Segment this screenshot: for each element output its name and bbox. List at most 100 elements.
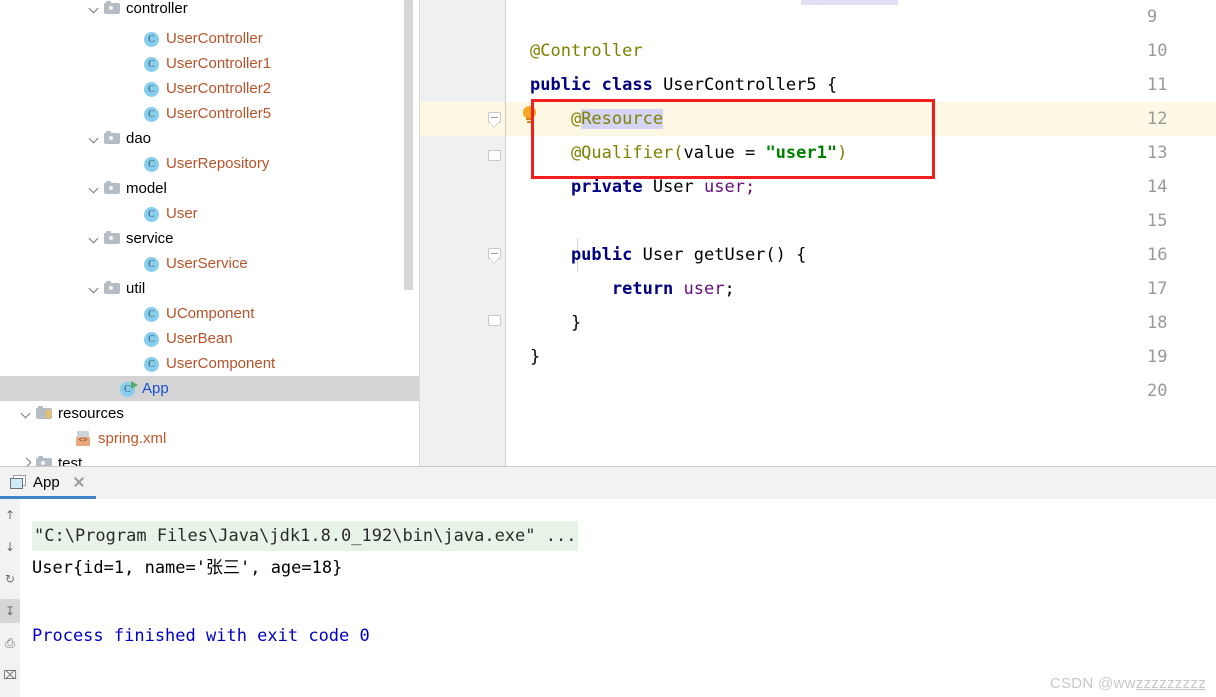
code-token: } bbox=[530, 347, 541, 367]
icon-glyph: ⌧ bbox=[3, 668, 17, 682]
print-icon[interactable]: ⎙ bbox=[0, 631, 20, 655]
tree-item-label: dao bbox=[126, 130, 152, 147]
icon-glyph: ↻ bbox=[4, 572, 16, 586]
tree-item-service[interactable]: service bbox=[0, 226, 420, 251]
close-icon[interactable] bbox=[72, 475, 86, 489]
code-line[interactable]: @Controller bbox=[420, 34, 1216, 68]
icon-glyph: ↑ bbox=[4, 508, 16, 522]
tree-item-label: UserController2 bbox=[166, 80, 272, 97]
tree-item-label: UComponent bbox=[166, 305, 255, 322]
tree-item-app[interactable]: C App bbox=[0, 376, 420, 401]
no-chevron bbox=[128, 357, 141, 370]
tree-item-usercontroller1[interactable]: C UserController1 bbox=[0, 51, 420, 76]
tree-item-dao[interactable]: dao bbox=[0, 126, 420, 151]
code-editor[interactable]: 9 10 11 12 13 14 15 16 17 18 19 20 @Controller publi… bbox=[420, 0, 1216, 467]
tree-item-label: service bbox=[126, 230, 174, 247]
no-chevron bbox=[128, 257, 141, 270]
code-line[interactable] bbox=[420, 204, 1216, 238]
clear-all-icon[interactable]: ⌧ bbox=[0, 663, 20, 687]
tree-item-util[interactable]: util bbox=[0, 276, 420, 301]
folder-icon bbox=[104, 281, 121, 296]
selection-remnant bbox=[801, 0, 898, 5]
class-icon: C bbox=[144, 106, 160, 122]
code-line[interactable]: @Qualifier(value = "user1") bbox=[420, 136, 1216, 170]
tree-item-usercontroller[interactable]: C UserController bbox=[0, 26, 420, 51]
chevron-down-icon[interactable] bbox=[88, 132, 101, 145]
no-chevron bbox=[128, 32, 141, 45]
tree-item-test[interactable]: test bbox=[0, 451, 420, 467]
rerun-icon[interactable]: ↻ bbox=[0, 567, 20, 591]
console-tab-label: App bbox=[33, 474, 60, 491]
class-letter: C bbox=[148, 208, 155, 220]
console-icon bbox=[10, 475, 27, 490]
tree-item-spring-xml[interactable]: spring.xml bbox=[0, 426, 420, 451]
code-token: Resource bbox=[581, 109, 664, 129]
chevron-down-icon[interactable] bbox=[88, 282, 101, 295]
scroll-up-icon[interactable]: ↑ bbox=[0, 503, 20, 527]
folder-icon bbox=[104, 181, 121, 196]
console-output[interactable]: "C:\Program Files\Java\jdk1.8.0_192\bin\… bbox=[20, 499, 1216, 697]
tree-item-resources[interactable]: resources bbox=[0, 401, 420, 426]
tree-item-label: model bbox=[126, 180, 167, 197]
code-line[interactable]: return user; bbox=[420, 272, 1216, 306]
code-token: value bbox=[683, 143, 735, 163]
class-letter: C bbox=[148, 358, 155, 370]
chevron-down-icon[interactable] bbox=[88, 232, 101, 245]
code-line[interactable]: } bbox=[420, 306, 1216, 340]
tree-item-userrepository[interactable]: C UserRepository bbox=[0, 151, 420, 176]
chevron-down-icon[interactable] bbox=[88, 2, 101, 15]
no-chevron bbox=[128, 332, 141, 345]
icon-glyph: ↓ bbox=[4, 540, 16, 554]
tree-item-label: UserController1 bbox=[166, 55, 272, 72]
code-line[interactable]: public User getUser() { bbox=[420, 238, 1216, 272]
code-token: @Controller bbox=[530, 41, 643, 61]
code-line[interactable] bbox=[420, 374, 1216, 408]
chevron-down-icon[interactable] bbox=[88, 182, 101, 195]
project-tree-scrollbar[interactable] bbox=[404, 0, 413, 290]
class-letter: C bbox=[148, 58, 155, 70]
scroll-down-icon[interactable]: ↓ bbox=[0, 535, 20, 559]
code-token: private bbox=[530, 177, 653, 197]
code-line[interactable]: private User user; bbox=[420, 170, 1216, 204]
scroll-to-end-icon[interactable]: ↧ bbox=[0, 599, 20, 623]
class-icon: C bbox=[144, 356, 160, 372]
tree-item-usercontroller5[interactable]: C UserController5 bbox=[0, 101, 420, 126]
code-token: } bbox=[530, 313, 582, 333]
icon-glyph: ↧ bbox=[4, 604, 16, 618]
project-tree-panel[interactable]: controller C UserController C UserController… bbox=[0, 0, 420, 467]
tree-item-model[interactable]: model bbox=[0, 176, 420, 201]
tree-item-ucomponent[interactable]: C UComponent bbox=[0, 301, 420, 326]
tree-item-controller[interactable]: controller bbox=[0, 0, 420, 21]
console-tab-app[interactable]: App bbox=[0, 467, 96, 499]
tree-item-usercomponent[interactable]: C UserComponent bbox=[0, 351, 420, 376]
tree-item-usercontroller2[interactable]: C UserController2 bbox=[0, 76, 420, 101]
tree-item-user[interactable]: C User bbox=[0, 201, 420, 226]
code-token: = bbox=[734, 143, 766, 163]
class-letter: C bbox=[148, 333, 155, 345]
console-toolbar[interactable]: ↑ ↓ ↻ ↧ ⎙ ⌧ bbox=[0, 499, 20, 697]
tree-item-userbean[interactable]: C UserBean bbox=[0, 326, 420, 351]
run-arrow-icon[interactable] bbox=[131, 380, 138, 389]
code-line[interactable]: @Resource bbox=[420, 102, 1216, 136]
class-letter: C bbox=[148, 83, 155, 95]
code-line[interactable]: public class UserController5 { bbox=[420, 68, 1216, 102]
tree-item-label: spring.xml bbox=[98, 430, 167, 447]
tree-item-label: App bbox=[142, 380, 169, 397]
code-line[interactable]: } bbox=[420, 340, 1216, 374]
class-icon: C bbox=[144, 56, 160, 72]
tree-item-userservice[interactable]: C UserService bbox=[0, 251, 420, 276]
chevron-down-icon[interactable] bbox=[20, 407, 33, 420]
no-chevron bbox=[60, 432, 73, 445]
class-letter: C bbox=[148, 108, 155, 120]
class-icon: C bbox=[144, 81, 160, 97]
code-line[interactable] bbox=[420, 0, 1216, 34]
